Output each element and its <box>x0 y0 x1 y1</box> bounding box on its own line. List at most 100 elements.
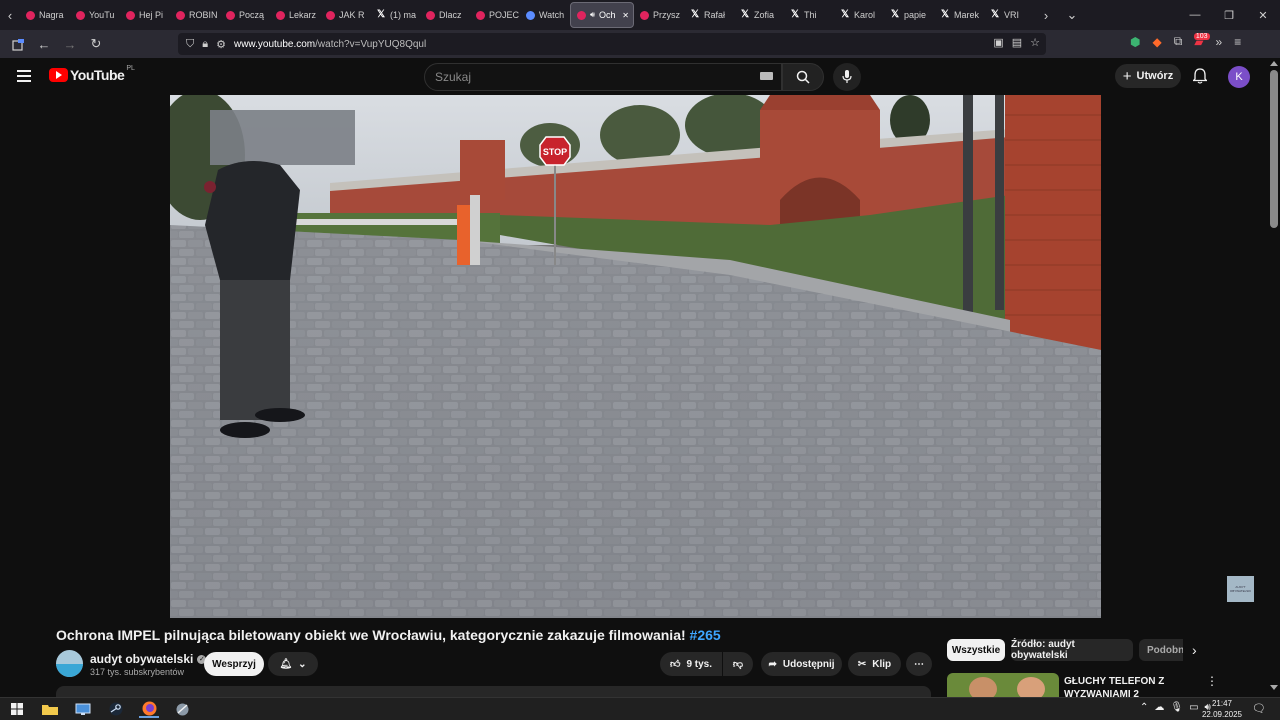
browser-tab[interactable]: Hej Pi <box>120 2 170 28</box>
browser-tab[interactable]: POJEC <box>470 2 520 28</box>
recommended-thumbnail[interactable] <box>947 673 1059 697</box>
browser-tab[interactable]: Przysz <box>634 2 684 28</box>
voice-search-button[interactable] <box>833 63 861 91</box>
tab-scroll-left-icon[interactable]: ‹ <box>0 0 20 30</box>
address-bar[interactable]: ⛉ 🔒︎ ⚙ www.youtube.com/watch?v=VupYUQ8Qq… <box>178 33 1046 55</box>
search-button[interactable] <box>782 63 824 91</box>
browser-tab[interactable]: Watch <box>520 2 570 28</box>
windows-start-icon[interactable] <box>7 700 27 718</box>
description-box[interactable] <box>56 686 931 697</box>
browser-tab[interactable]: 𝕏 (1) ma <box>370 2 420 28</box>
subscribe-notifications-button[interactable]: 🔔︎ ⌄ <box>268 652 318 676</box>
dislike-button[interactable]: 👎︎ <box>723 652 753 676</box>
browser-tab[interactable]: 𝕏 Zofia <box>734 2 784 28</box>
restore-icon[interactable]: ❐ <box>1212 9 1246 22</box>
chip-all[interactable]: Wszystkie <box>947 639 1005 661</box>
like-button[interactable]: 👍︎ 9 tys. <box>660 652 722 676</box>
reader-view-icon[interactable]: ▤ <box>1012 36 1022 49</box>
browser-tab[interactable]: 𝕏 Thi <box>784 2 834 28</box>
microphone-tray-icon[interactable]: 🎙︎ <box>1170 702 1183 713</box>
browser-tab[interactable]: 𝕏 Karol <box>834 2 884 28</box>
chip-label: Źródło: audyt obywatelski <box>1011 639 1075 661</box>
close-tab-icon[interactable]: ✕ <box>622 11 629 20</box>
back-arrow-icon[interactable]: ← <box>32 32 56 56</box>
clock[interactable]: 21:47 22.09.2025 <box>1198 698 1246 720</box>
browser-tab[interactable]: ROBIN <box>170 2 220 28</box>
clip-label: Klip <box>872 658 892 670</box>
close-window-icon[interactable]: ✕ <box>1246 9 1280 22</box>
page-scrollbar[interactable] <box>1268 58 1280 697</box>
youtube-icon <box>226 10 235 20</box>
share-button[interactable]: ➦ Udostępnij <box>761 652 842 676</box>
steam-icon[interactable] <box>106 700 126 718</box>
reload-icon[interactable]: ↻ <box>84 32 108 56</box>
lock-icon[interactable]: 🔒︎ <box>202 38 208 51</box>
browser-tab[interactable]: 𝕏papie <box>884 2 934 28</box>
chip-label: Podobne <box>1147 644 1183 656</box>
browser-tab[interactable]: Dlacz <box>420 2 470 28</box>
forward-arrow-icon[interactable]: → <box>58 32 82 56</box>
notifications-bell-icon[interactable] <box>1191 68 1209 89</box>
extensions-puzzle-icon[interactable]: ⧉ <box>1174 34 1183 49</box>
youtube-logo[interactable]: YouTube PL <box>49 65 135 83</box>
search-input[interactable]: Szukaj <box>424 63 782 91</box>
create-button[interactable]: + Utwórz <box>1115 64 1181 88</box>
notification-center-icon[interactable]: 🗨︎ <box>1252 702 1266 715</box>
recommended-title[interactable]: GŁUCHY TELEFON Z WYZWANIAMI 2 <box>1064 675 1164 697</box>
shield-icon[interactable]: ⛉ <box>186 38 194 51</box>
channel-avatar[interactable] <box>56 650 83 677</box>
more-dots-icon: ⋯ <box>914 658 924 670</box>
extension-shield-icon[interactable]: ⬢ <box>1130 35 1140 49</box>
app-menu-icon[interactable]: ≡ <box>1234 35 1241 49</box>
guide-menu-icon[interactable] <box>17 70 31 82</box>
firefox-icon[interactable] <box>139 700 159 718</box>
x-icon: 𝕏 <box>890 9 900 20</box>
chips-next-chevron-icon[interactable]: › <box>1192 642 1197 658</box>
audio-playing-icon[interactable]: 🔊︎ <box>590 10 595 20</box>
monitor-app-icon[interactable] <box>73 700 93 718</box>
support-button[interactable]: Wesprzyj <box>204 652 264 676</box>
scroll-up-arrow-icon[interactable] <box>1270 61 1278 66</box>
scrollbar-thumb[interactable] <box>1270 70 1278 228</box>
chip-similar[interactable]: Podobne <box>1139 639 1183 661</box>
permissions-icon[interactable]: ⚙ <box>216 38 226 51</box>
video-hashtag[interactable]: #265 <box>690 627 721 643</box>
account-avatar[interactable]: K <box>1228 66 1250 88</box>
more-actions-button[interactable]: ⋯ <box>906 652 932 676</box>
browser-tab[interactable]: Począ <box>220 2 270 28</box>
file-explorer-icon[interactable] <box>40 700 60 718</box>
bookmark-star-icon[interactable]: ☆ <box>1030 36 1040 49</box>
person-trousers <box>220 280 290 420</box>
tabs-container: Nagra YouTu Hej Pi ROBIN Począ Lekarz JAK R 𝕏 (1… <box>20 0 1034 30</box>
channel-watermark[interactable]: AUDYT OBYWATELSKI <box>1227 576 1254 602</box>
recommended-title-line: GŁUCHY TELEFON Z <box>1064 676 1165 687</box>
browser-tab[interactable]: Lekarz <box>270 2 320 28</box>
minimize-icon[interactable]: — <box>1178 9 1212 21</box>
clip-button[interactable]: ✂ Klip <box>848 652 901 676</box>
overflow-chevrons-icon[interactable]: » <box>1216 35 1223 49</box>
chip-source[interactable]: Źródło: audyt obywatelski <box>1011 639 1133 661</box>
browser-tab[interactable]: 𝕏 VRI <box>984 2 1034 28</box>
url-text[interactable]: www.youtube.com/watch?v=VupYUQ8Qqul <box>234 39 426 50</box>
picture-in-picture-icon[interactable]: ▣ <box>993 36 1003 49</box>
onedrive-cloud-icon[interactable]: ☁ <box>1154 702 1164 713</box>
browser-tab[interactable]: 𝕏 Marek <box>934 2 984 28</box>
browser-tab[interactable]: 𝕏 Rafał <box>684 2 734 28</box>
tab-view-icon[interactable] <box>6 32 30 56</box>
video-player[interactable]: STOP <box>170 95 1101 618</box>
channel-name[interactable]: audyt obywatelski <box>90 652 193 666</box>
recommended-menu-icon[interactable]: ⋮ <box>1206 674 1218 688</box>
app-icon[interactable] <box>172 700 192 718</box>
extension-fox-icon[interactable]: ◆ <box>1152 35 1161 49</box>
browser-tab[interactable]: YouTu <box>70 2 120 28</box>
extension-counter-icon[interactable]: ▰ 103 <box>1193 32 1210 49</box>
browser-tab[interactable]: Nagra <box>20 2 70 28</box>
scroll-down-arrow-icon[interactable] <box>1270 685 1278 690</box>
browser-tab[interactable]: JAK R <box>320 2 370 28</box>
tray-chevron-up-icon[interactable]: ⌃ <box>1140 702 1148 713</box>
tab-list-chevron-down-icon[interactable]: ⌄ <box>1062 0 1082 30</box>
tab-label: Począ <box>239 10 265 20</box>
tab-scroll-right-icon[interactable]: › <box>1036 0 1056 30</box>
keyboard-icon[interactable] <box>760 72 773 80</box>
browser-tab-active[interactable]: 🔊︎ Och ✕ <box>570 2 634 28</box>
